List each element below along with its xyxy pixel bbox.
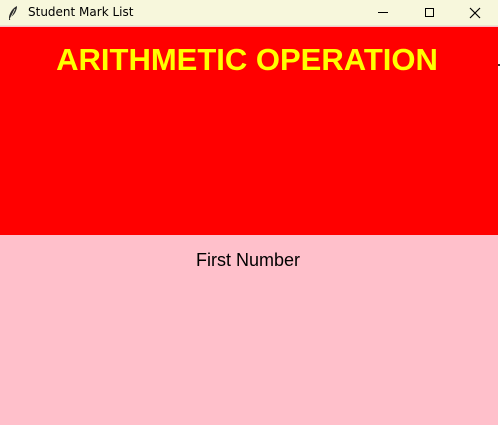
maximize-icon [424, 8, 434, 17]
first-number-label: First Number [195, 250, 300, 270]
page-title: ARITHMETIC OPERATION [56, 42, 438, 77]
minimize-button[interactable] [360, 0, 406, 25]
header-panel: ARITHMETIC OPERATION [0, 27, 498, 235]
minimize-icon [378, 12, 388, 13]
maximize-button[interactable] [406, 0, 452, 25]
window-title: Student Mark List [28, 5, 134, 19]
app-window: Student Mark List ARITHMETIC OPERATION F… [0, 0, 500, 425]
close-icon [469, 7, 481, 19]
feather-app-icon [7, 5, 19, 21]
form-panel: First Number [0, 235, 498, 425]
close-button[interactable] [452, 0, 498, 25]
title-bar[interactable]: Student Mark List [0, 0, 498, 26]
